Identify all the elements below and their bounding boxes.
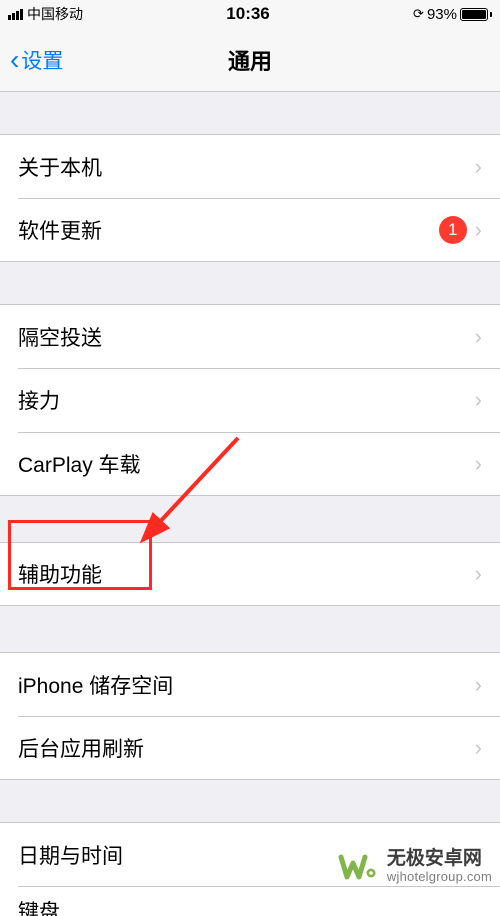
chevron-right-icon: › (475, 735, 482, 761)
nav-bar: ‹ 设置 通用 (0, 28, 500, 92)
cell-label: 软件更新 (18, 215, 439, 245)
cell-handoff[interactable]: 接力 › (0, 368, 500, 432)
status-time: 10:36 (226, 4, 269, 24)
watermark-title: 无极安卓网 (387, 848, 492, 870)
back-button[interactable]: ‹ 设置 (10, 45, 63, 75)
cell-airdrop[interactable]: 隔空投送 › (0, 304, 500, 368)
cell-background-refresh[interactable]: 后台应用刷新 › (0, 716, 500, 780)
page-title: 通用 (0, 44, 500, 76)
chevron-right-icon: › (475, 324, 482, 350)
cell-label: CarPlay 车载 (18, 449, 475, 479)
cell-label: 辅助功能 (18, 559, 475, 589)
cell-label: 键盘 (18, 896, 482, 916)
cell-keyboard[interactable]: 键盘 (0, 886, 500, 916)
watermark-logo-icon (337, 849, 381, 885)
badge: 1 (439, 216, 467, 244)
section-gap (0, 496, 500, 542)
cell-label: 关于本机 (18, 152, 475, 182)
signal-icon (8, 9, 23, 20)
cell-carplay[interactable]: CarPlay 车载 › (0, 432, 500, 496)
carrier-label: 中国移动 (27, 4, 83, 24)
watermark-sub: wjhotelgroup.com (387, 870, 492, 885)
battery-icon (460, 8, 492, 21)
section-gap (0, 262, 500, 304)
lock-icon: ⟳ (413, 6, 424, 22)
chevron-right-icon: › (475, 154, 482, 180)
cell-label: 后台应用刷新 (18, 733, 475, 763)
section-gap (0, 780, 500, 822)
status-left: 中国移动 (8, 4, 83, 24)
chevron-right-icon: › (475, 217, 482, 243)
cell-label: 接力 (18, 385, 475, 415)
cell-label: 隔空投送 (18, 322, 475, 352)
back-label: 设置 (21, 45, 63, 75)
watermark: 无极安卓网 wjhotelgroup.com (337, 848, 492, 885)
cell-software-update[interactable]: 软件更新 1 › (0, 198, 500, 262)
status-right: ⟳ 93% (413, 6, 492, 23)
chevron-right-icon: › (475, 451, 482, 477)
chevron-right-icon: › (475, 561, 482, 587)
battery-percent: 93% (427, 6, 457, 23)
cell-label: iPhone 储存空间 (18, 670, 475, 700)
section-gap (0, 606, 500, 652)
cell-about[interactable]: 关于本机 › (0, 134, 500, 198)
cell-storage[interactable]: iPhone 储存空间 › (0, 652, 500, 716)
chevron-right-icon: › (475, 387, 482, 413)
chevron-left-icon: ‹ (10, 46, 19, 74)
cell-accessibility[interactable]: 辅助功能 › (0, 542, 500, 606)
status-bar: 中国移动 10:36 ⟳ 93% (0, 0, 500, 28)
chevron-right-icon: › (475, 672, 482, 698)
section-gap (0, 92, 500, 134)
